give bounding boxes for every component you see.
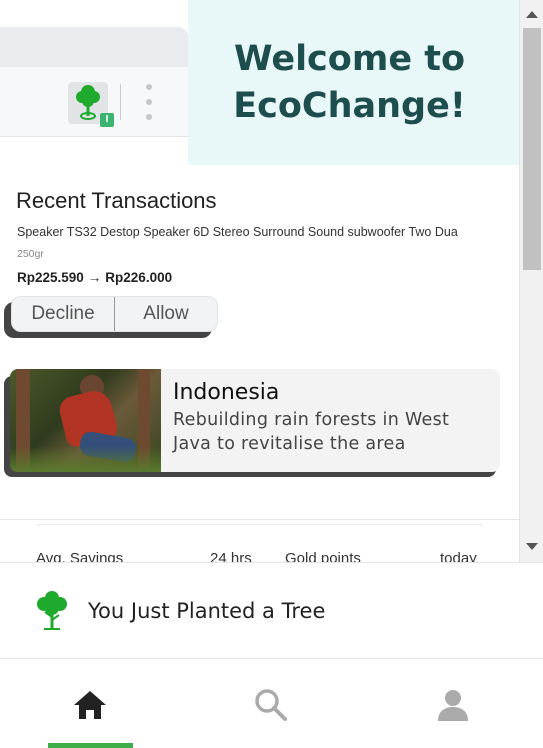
project-card[interactable]: Indonesia Rebuilding rain forests in Wes… <box>10 369 500 472</box>
stat-value: 24 hrs <box>210 550 252 562</box>
notification-text: You Just Planted a Tree <box>88 598 326 623</box>
price-original: Rp225.590 <box>17 270 84 285</box>
nav-search[interactable] <box>249 685 293 725</box>
home-icon <box>74 691 106 719</box>
allow-button[interactable]: Allow <box>114 297 217 331</box>
transaction-weight: 250gr <box>17 248 44 260</box>
section-divider <box>0 519 519 520</box>
scroll-up-icon[interactable] <box>526 11 538 18</box>
vertical-scrollbar[interactable] <box>519 0 543 562</box>
scrollbar-thumb[interactable] <box>523 28 541 270</box>
nav-home[interactable] <box>68 685 112 725</box>
stats-divider <box>36 524 483 525</box>
transaction-product-name: Speaker TS32 Destop Speaker 6D Stereo Su… <box>17 225 458 239</box>
welcome-banner: Welcome to EcoChange! <box>188 0 519 165</box>
extension-badge: I <box>100 113 114 127</box>
recent-transactions-title: Recent Transactions <box>16 188 217 213</box>
active-tab-indicator <box>48 743 133 748</box>
bottom-navigation <box>0 659 543 748</box>
search-icon <box>255 689 287 721</box>
welcome-title: Welcome to EcoChange! <box>233 36 466 130</box>
stat-label: Gold points <box>285 550 361 562</box>
stat-value: today <box>440 550 477 562</box>
project-photo <box>10 369 161 472</box>
transaction-actions: Decline Allow <box>11 296 218 332</box>
user-icon <box>438 690 468 721</box>
stat-label: Avg. Savings <box>36 550 124 562</box>
project-description: Rebuilding rain forests in West Java to … <box>173 410 450 454</box>
browser-tab-strip <box>0 27 188 67</box>
nav-profile[interactable] <box>431 685 475 725</box>
more-menu-icon[interactable] <box>144 84 154 120</box>
scroll-viewport[interactable]: I Welcome to EcoChange! Recent Transacti… <box>0 0 519 562</box>
decline-button[interactable]: Decline <box>12 297 114 331</box>
price-rounded: Rp226.000 <box>105 270 173 285</box>
price-arrow-icon: → <box>87 270 102 285</box>
transaction-price: Rp225.590 → Rp226.000 <box>17 270 172 285</box>
toolbar-divider <box>120 84 121 120</box>
planted-tree-notification: You Just Planted a Tree <box>0 562 543 659</box>
tree-icon <box>37 590 67 630</box>
welcome-title-line2: EcoChange! <box>233 85 466 126</box>
welcome-title-line1: Welcome to <box>233 38 466 79</box>
scroll-down-icon[interactable] <box>526 543 538 550</box>
project-country: Indonesia <box>173 380 280 405</box>
